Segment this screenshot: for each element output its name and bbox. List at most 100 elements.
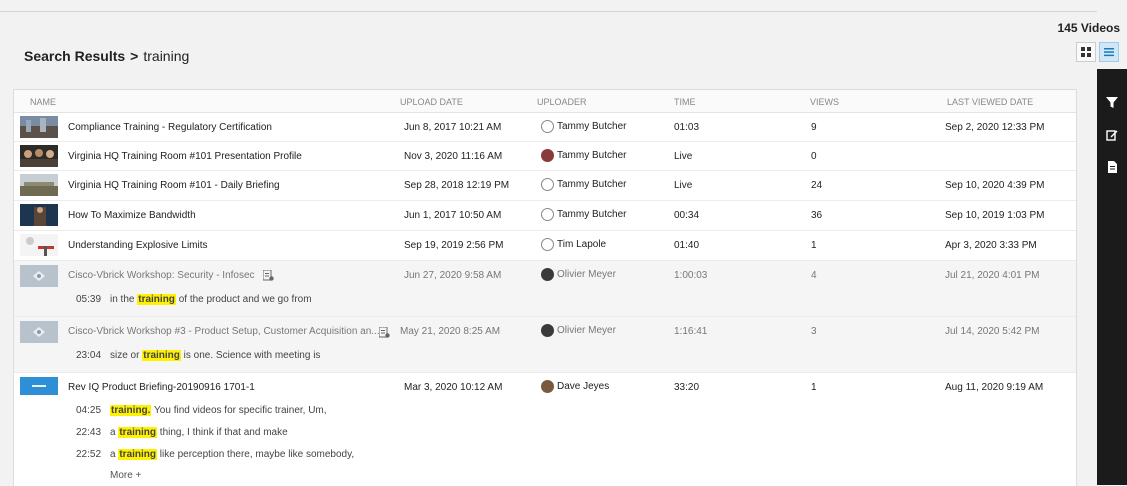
duration: 1:00:03 [674, 270, 708, 281]
table-row[interactable]: Rev IQ Product Briefing-20190916 1701-1 … [14, 373, 1076, 483]
snippet-timestamp[interactable]: 04:25 [76, 405, 110, 416]
col-uploader[interactable]: UPLOADER [537, 97, 587, 107]
document-icon[interactable] [1106, 161, 1118, 173]
view-toggle [1076, 42, 1119, 62]
col-last-viewed[interactable]: LAST VIEWED DATE [947, 97, 1033, 107]
uploader-name: Tim Lapole [557, 239, 607, 251]
uploader-name: Tammy Butcher [557, 150, 627, 162]
video-title[interactable]: Compliance Training - Regulatory Certifi… [68, 122, 272, 133]
col-views[interactable]: VIEWS [810, 97, 839, 107]
list-icon [1104, 48, 1114, 57]
uploader-name: Tammy Butcher [557, 121, 627, 133]
snippet-timestamp[interactable]: 05:39 [76, 294, 110, 305]
avatar [541, 149, 554, 162]
user-placeholder-icon [541, 238, 554, 251]
last-viewed: Sep 10, 2020 4:39 PM [945, 180, 1045, 191]
transcript-snippet[interactable]: 05:39 in the training of the product and … [76, 294, 312, 305]
list-view-button[interactable] [1099, 42, 1119, 62]
video-title[interactable]: Virginia HQ Training Room #101 Presentat… [68, 151, 302, 162]
snippet-timestamp[interactable]: 22:43 [76, 427, 110, 438]
duration: 00:34 [674, 210, 700, 221]
video-thumbnail[interactable] [20, 145, 58, 167]
transcript-snippet[interactable]: 22:43 a training thing, I think if that a… [76, 427, 288, 438]
uploader: Tammy Butcher [541, 149, 626, 162]
video-thumbnail[interactable] [20, 116, 58, 138]
video-title[interactable]: Virginia HQ Training Room #101 - Daily B… [68, 180, 280, 191]
avatar [541, 324, 554, 337]
video-thumbnail[interactable] [20, 377, 58, 395]
transcript-snippet[interactable]: 22:52 a training like perception there, m… [76, 449, 354, 460]
views: 1 [811, 240, 817, 251]
uploader: Dave Jeyes [541, 380, 609, 393]
video-title[interactable]: How To Maximize Bandwidth [68, 210, 196, 221]
table-row[interactable]: Virginia HQ Training Room #101 - Daily B… [14, 171, 1076, 201]
snippet-timestamp[interactable]: 23:04 [76, 350, 110, 361]
grid-icon [1081, 47, 1091, 57]
uploader: Olivier Meyer [541, 324, 616, 337]
last-viewed: Apr 3, 2020 3:33 PM [945, 240, 1037, 251]
table-row[interactable]: How To Maximize Bandwidth Jun 1, 2017 10… [14, 201, 1076, 231]
table-row[interactable]: Understanding Explosive Limits Sep 19, 2… [14, 231, 1076, 261]
video-title[interactable]: Rev IQ Product Briefing-20190916 1701-1 [68, 382, 255, 393]
right-toolbar [1097, 69, 1127, 485]
table-row[interactable]: Cisco-Vbrick Workshop: Security - Infose… [14, 261, 1076, 317]
video-title[interactable]: Cisco-Vbrick Workshop #3 - Product Setup… [68, 326, 380, 337]
snippet-timestamp[interactable]: 22:52 [76, 449, 110, 460]
video-count: 145 Videos [1057, 21, 1120, 35]
uploader: Olivier Meyer [541, 268, 616, 281]
user-placeholder-icon [541, 178, 554, 191]
snippet-highlight: training [118, 427, 158, 438]
col-name[interactable]: NAME [30, 97, 56, 107]
snippet-highlight: training [142, 350, 181, 361]
video-thumbnail[interactable] [20, 265, 58, 287]
last-viewed: Jul 21, 2020 4:01 PM [945, 270, 1040, 281]
uploader-name: Tammy Butcher [557, 209, 627, 221]
video-title[interactable]: Understanding Explosive Limits [68, 240, 208, 251]
views: 4 [811, 270, 817, 281]
breadcrumb-separator: > [130, 48, 139, 64]
snippet-text: of the product and we go from [175, 294, 312, 305]
duration: 01:40 [674, 240, 700, 251]
col-upload-date[interactable]: UPLOAD DATE [400, 97, 463, 107]
transcript-snippet[interactable]: 04:25 training. You find videos for speci… [76, 405, 327, 416]
snippet-text: size or [110, 350, 143, 361]
user-placeholder-icon [541, 120, 554, 133]
last-viewed: Sep 10, 2019 1:03 PM [945, 210, 1045, 221]
snippet-text: in the [110, 294, 138, 305]
transcript-snippet[interactable]: 23:04 size or training is one. Science wi… [76, 350, 320, 361]
snippet-text: You find videos for specific trainer, Um… [151, 405, 327, 416]
duration: Live [674, 151, 693, 162]
top-divider [0, 11, 1097, 12]
table-row[interactable]: Compliance Training - Regulatory Certifi… [14, 113, 1076, 142]
uploader: Tammy Butcher [541, 208, 626, 221]
edit-icon[interactable] [1106, 129, 1118, 141]
video-thumbnail[interactable] [20, 321, 58, 343]
video-title[interactable]: Cisco-Vbrick Workshop: Security - Infose… [68, 270, 274, 281]
uploader-name: Olivier Meyer [557, 325, 616, 337]
more-snippets-link[interactable]: More + [110, 470, 141, 481]
breadcrumb-root[interactable]: Search Results [24, 48, 125, 64]
video-thumbnail[interactable] [20, 204, 58, 226]
table-row[interactable]: Virginia HQ Training Room #101 Presentat… [14, 142, 1076, 171]
views: 1 [811, 382, 817, 393]
views: 9 [811, 122, 817, 133]
duration: 01:03 [674, 122, 700, 133]
snippet-text: is one. Science with meeting is [180, 350, 321, 361]
uploader-name: Dave Jeyes [557, 381, 610, 393]
video-title-text: Cisco-Vbrick Workshop: Security - Infose… [68, 270, 255, 282]
table-header: NAME UPLOAD DATE UPLOADER TIME VIEWS LAS… [14, 90, 1076, 113]
col-time[interactable]: TIME [674, 97, 696, 107]
duration: 1:16:41 [674, 326, 708, 337]
video-thumbnail[interactable] [20, 174, 58, 196]
upload-date: Nov 3, 2020 11:16 AM [404, 151, 503, 162]
video-thumbnail[interactable] [20, 234, 58, 256]
transcript-icon [262, 270, 274, 281]
upload-date: Sep 28, 2018 12:19 PM [404, 180, 510, 191]
uploader-name: Olivier Meyer [557, 269, 616, 281]
snippet-text: thing, I think if that and make [157, 427, 288, 438]
table-row[interactable]: Cisco-Vbrick Workshop #3 - Product Setup… [14, 317, 1076, 373]
grid-view-button[interactable] [1076, 42, 1096, 62]
upload-date: Jun 8, 2017 10:21 AM [404, 122, 502, 133]
filter-icon[interactable] [1106, 97, 1118, 109]
last-viewed: Jul 14, 2020 5:42 PM [945, 326, 1040, 337]
